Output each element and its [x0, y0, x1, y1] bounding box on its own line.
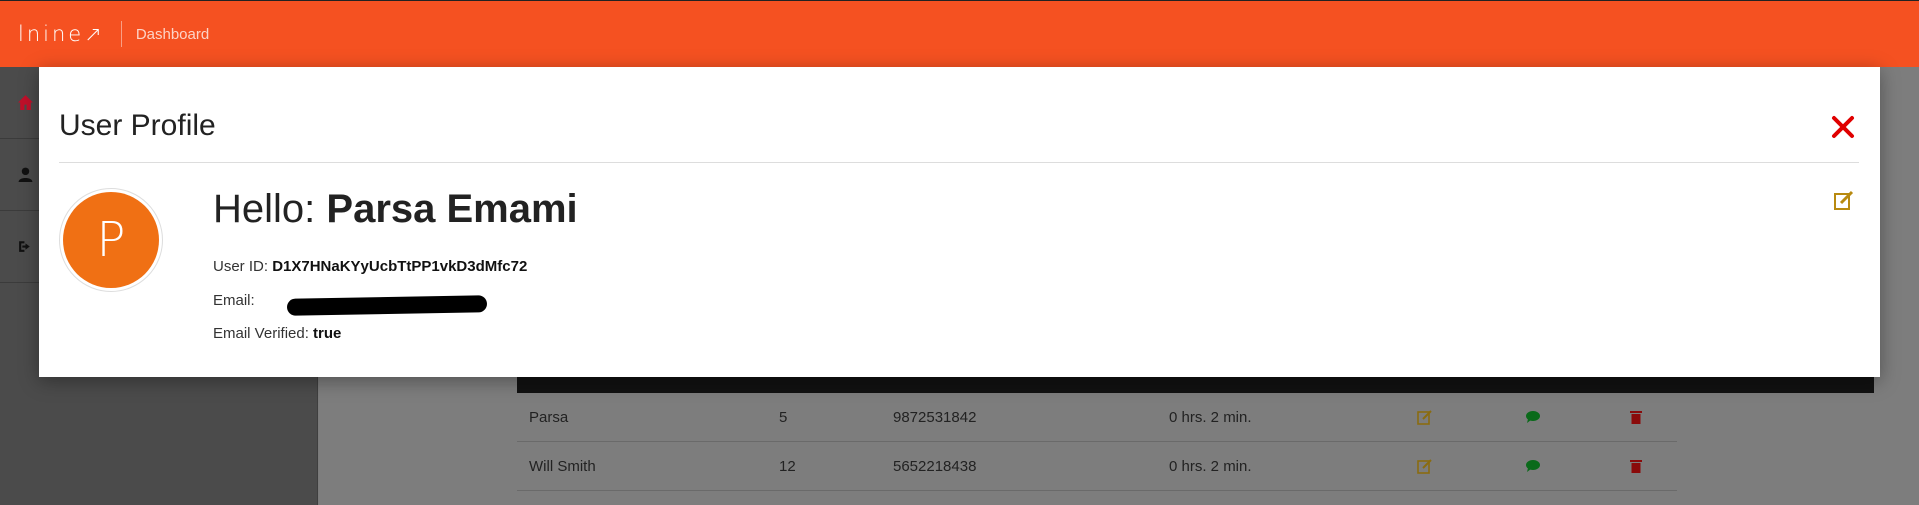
- cell-duration: 0 hrs. 2 min.: [1169, 409, 1252, 426]
- email-verified-value: true: [313, 325, 342, 342]
- app-logo[interactable]: lnine↗: [18, 22, 105, 46]
- chat-icon[interactable]: [1525, 458, 1541, 474]
- cell-count: 5: [779, 409, 788, 426]
- breadcrumb-dashboard[interactable]: Dashboard: [136, 26, 209, 43]
- user-name: Parsa Emami: [326, 187, 578, 231]
- cell-name: Parsa: [529, 409, 569, 426]
- sign-out-icon: [19, 241, 30, 252]
- user-id-line: User ID: D1X7HNaKYyUcbTtPP1vkD3dMfc72: [213, 258, 527, 275]
- email-label: Email:: [213, 292, 255, 309]
- navbar-divider: [120, 21, 122, 47]
- home-icon: [18, 95, 33, 110]
- close-icon[interactable]: [1831, 115, 1855, 139]
- edit-icon[interactable]: [1417, 458, 1433, 474]
- avatar-frame: P: [59, 188, 163, 292]
- chat-icon[interactable]: [1525, 409, 1541, 425]
- top-navbar: lnine↗ Dashboard: [0, 0, 1919, 67]
- email-verified-label: Email Verified:: [213, 325, 309, 342]
- edit-icon[interactable]: [1417, 409, 1433, 425]
- cell-phone: 5652218438: [893, 458, 977, 475]
- user-profile-modal: User Profile P Hello: Parsa Emami User I…: [39, 67, 1880, 377]
- greeting-prefix: Hello:: [213, 187, 316, 231]
- greeting: Hello: Parsa Emami: [213, 187, 578, 232]
- cell-name: Will Smith: [529, 458, 596, 475]
- cell-phone: 9872531842: [893, 409, 977, 426]
- modal-divider: [59, 162, 1859, 163]
- email-line: Email:: [213, 292, 255, 309]
- avatar: P: [63, 192, 159, 288]
- trash-icon[interactable]: [1628, 458, 1644, 474]
- table-row: Parsa 5 9872531842 0 hrs. 2 min.: [517, 393, 1677, 442]
- edit-profile-icon[interactable]: [1833, 189, 1855, 211]
- redacted-email: [286, 295, 488, 316]
- user-id-value: D1X7HNaKYyUcbTtPP1vkD3dMfc72: [272, 258, 528, 275]
- email-verified-line: Email Verified: true: [213, 325, 341, 342]
- trash-icon[interactable]: [1628, 409, 1644, 425]
- table-row: Will Smith 12 5652218438 0 hrs. 2 min.: [517, 442, 1677, 491]
- cell-count: 12: [779, 458, 796, 475]
- user-icon: [18, 167, 33, 182]
- modal-title: User Profile: [59, 109, 216, 142]
- user-id-label: User ID:: [213, 258, 269, 275]
- cell-duration: 0 hrs. 2 min.: [1169, 458, 1252, 475]
